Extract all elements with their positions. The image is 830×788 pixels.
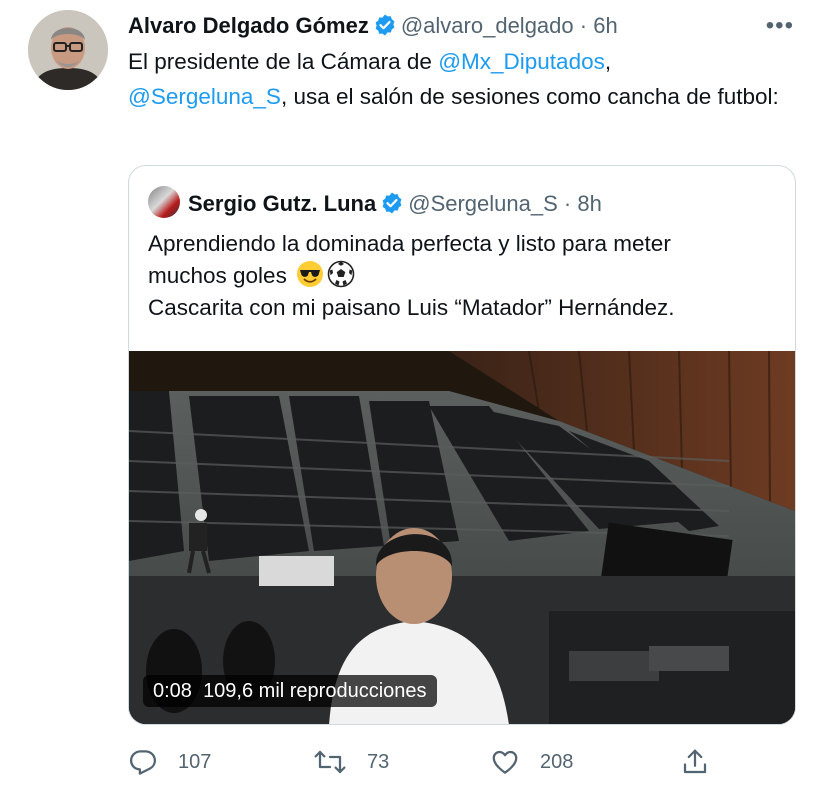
reply-icon bbox=[130, 750, 156, 775]
reply-count: 107 bbox=[178, 750, 212, 773]
quoted-text-line-1: Aprendiendo la dominada perfecta y listo… bbox=[148, 231, 671, 256]
header-separator: · bbox=[579, 13, 588, 38]
reply-button[interactable]: 107 bbox=[128, 742, 211, 782]
tweet-time[interactable]: 6h bbox=[593, 13, 617, 38]
quoted-tweet-header: Sergio Gutz. Luna @Sergeluna_S · 8h bbox=[148, 186, 602, 224]
tweet-actions: 107 73 208 bbox=[128, 742, 728, 782]
tweet-text-part-3: , usa el salón de sesiones como cancha d… bbox=[280, 84, 779, 109]
heart-icon bbox=[492, 750, 518, 774]
like-count: 208 bbox=[540, 750, 574, 773]
quoted-author-name[interactable]: Sergio Gutz. Luna bbox=[188, 191, 376, 216]
quoted-tweet-text: Aprendiendo la dominada perfecta y listo… bbox=[148, 228, 778, 324]
verified-badge-icon bbox=[373, 13, 397, 44]
retweet-button[interactable]: 73 bbox=[313, 742, 389, 782]
video-player[interactable]: 0:08 109,6 mil reproducciones bbox=[129, 351, 795, 724]
retweet-count: 73 bbox=[367, 750, 390, 773]
author-handle[interactable]: @alvaro_delgado bbox=[401, 13, 574, 38]
quoted-text-line-3: Cascarita con mi paisano Luis “Matador” … bbox=[148, 295, 675, 320]
sunglasses-emoji-icon bbox=[296, 260, 324, 288]
video-thumbnail bbox=[129, 351, 795, 724]
quoted-author-handle[interactable]: @Sergeluna_S bbox=[408, 191, 558, 216]
tweet-text: El presidente de la Cámara de @Mx_Diputa… bbox=[128, 44, 788, 114]
author-name[interactable]: Alvaro Delgado Gómez bbox=[128, 13, 369, 38]
quoted-tweet-time[interactable]: 8h bbox=[577, 191, 601, 216]
soccer-ball-emoji-icon bbox=[327, 260, 355, 288]
tweet-text-part-2: , bbox=[604, 49, 612, 74]
video-info-badge: 0:08 109,6 mil reproducciones bbox=[143, 675, 437, 707]
video-views: 109,6 mil reproducciones bbox=[203, 680, 427, 702]
author-avatar[interactable] bbox=[28, 10, 108, 90]
mention-sergeluna[interactable]: @Sergeluna_S bbox=[128, 84, 281, 109]
share-icon bbox=[683, 749, 707, 774]
tweet-text-part-1: El presidente de la Cámara de bbox=[128, 49, 439, 74]
more-options-icon[interactable]: ••• bbox=[766, 12, 794, 40]
avatar-portrait bbox=[28, 10, 108, 90]
tweet-header: Alvaro Delgado Gómez @alvaro_delgado · 6h bbox=[128, 12, 618, 44]
quoted-header-separator: · bbox=[563, 191, 572, 216]
quoted-verified-badge-icon bbox=[380, 191, 404, 224]
quoted-author-avatar[interactable] bbox=[148, 186, 180, 218]
mention-mx-diputados[interactable]: @Mx_Diputados bbox=[438, 49, 605, 74]
retweet-icon bbox=[314, 750, 346, 774]
like-button[interactable]: 208 bbox=[490, 742, 573, 782]
quoted-tweet[interactable]: Sergio Gutz. Luna @Sergeluna_S · 8h Apren… bbox=[128, 165, 796, 725]
share-button[interactable] bbox=[680, 742, 730, 782]
quoted-text-line-2: muchos goles bbox=[148, 263, 287, 288]
video-duration: 0:08 bbox=[153, 680, 192, 702]
